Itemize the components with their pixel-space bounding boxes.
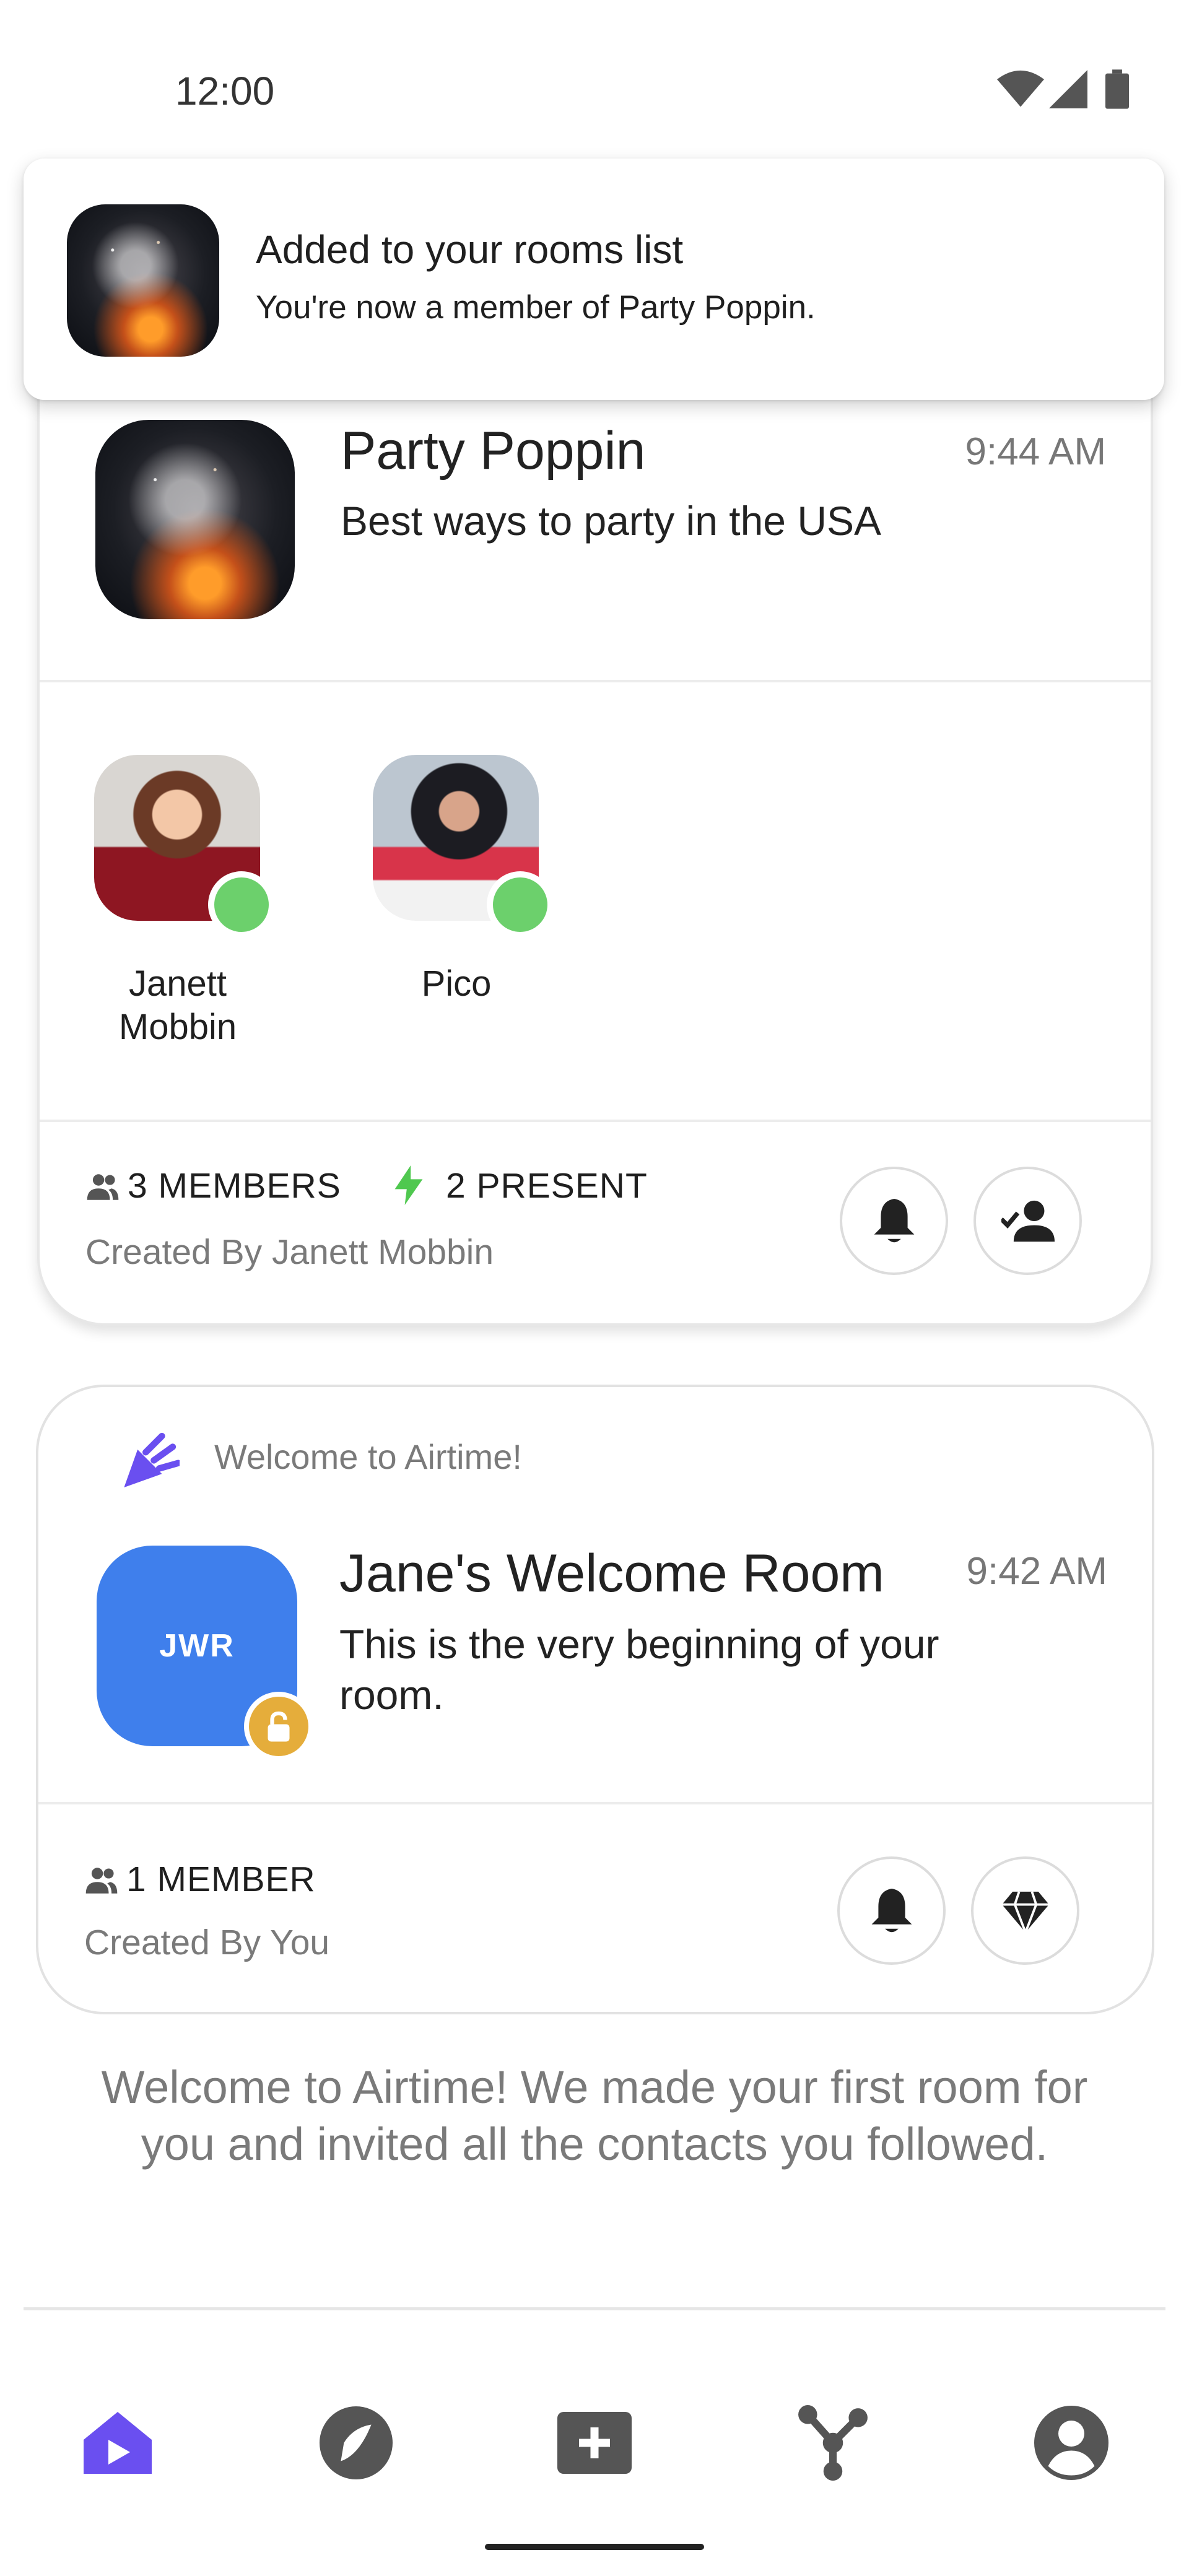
member-name-janett[interactable]: Janett Mobbin [82,962,274,1049]
battery-icon [1105,69,1129,109]
notifications-button[interactable] [840,1167,948,1275]
bell-icon [871,1888,912,1932]
member-name-pico[interactable]: Pico [360,962,552,1006]
nav-create[interactable] [554,2403,635,2483]
premium-button[interactable] [971,1856,1079,1965]
room-description: This is the very beginning of your room. [339,1621,939,1718]
card-divider [38,1802,1152,1804]
toast-title: Added to your rooms list [256,227,684,272]
members-icon [85,1868,118,1894]
added-to-rooms-toast[interactable]: Added to your rooms list You're now a me… [24,159,1164,400]
present-count: 2 PRESENT [446,1166,648,1206]
nav-profile[interactable] [1031,2403,1112,2483]
created-by: Created By Janett Mobbin [85,1232,494,1272]
nav-explore[interactable] [316,2403,396,2483]
account-circle-icon [1034,2406,1108,2480]
room-description: Best ways to party in the USA [341,498,882,544]
room-time: 9:44 AM [965,430,1106,473]
member-first-name: Janett [129,964,227,1004]
gesture-navigation-bar[interactable] [485,2544,704,2550]
created-by: Created By You [84,1923,330,1962]
member-last-name: Mobbin [118,1007,237,1047]
add-box-icon [557,2412,632,2474]
room-name: Jane's Welcome Room [339,1544,884,1603]
card-divider [40,1120,1151,1122]
card-divider [40,680,1151,682]
room-thumbnail [67,204,219,357]
lock-badge [244,1692,313,1761]
welcome-message: Welcome to Airtime! We made your first r… [101,2061,1088,2170]
bell-icon [874,1198,914,1242]
room-avatar [95,420,295,619]
compass-icon [320,2406,393,2479]
party-popper-icon [124,1432,180,1487]
wifi-icon [997,70,1044,107]
online-status-dot [208,871,275,938]
share-network-icon [798,2405,868,2481]
member-count: 1 MEMBER [126,1860,316,1899]
joined-member-button[interactable] [973,1167,1082,1275]
room-name: Party Poppin [341,421,646,481]
nav-connections[interactable] [793,2403,873,2483]
room-initials: JWR [159,1628,235,1664]
nav-divider [24,2307,1165,2310]
nav-home[interactable] [77,2403,158,2483]
welcome-banner: Welcome to Airtime! [214,1437,522,1476]
unlock-icon [268,1711,290,1742]
toast-message: You're now a member of Party Poppin. [256,289,816,326]
room-card-welcome-room[interactable]: Welcome to Airtime! JWR Jane's Welcome R… [36,1385,1154,2014]
member-count: 3 MEMBERS [128,1166,341,1206]
room-time: 9:42 AM [966,1550,1107,1593]
members-icon [87,1174,119,1200]
notifications-button[interactable] [837,1856,946,1965]
signal-icon [1049,70,1087,108]
home-icon [84,2412,152,2474]
status-time: 12:00 [175,69,275,113]
room-card-party-poppin[interactable]: Party Poppin 9:44 AM Best ways to party … [37,347,1153,1326]
online-status-dot [487,871,554,938]
bolt-icon [394,1165,423,1205]
diamond-icon [1001,1891,1049,1933]
person-check-icon [1001,1200,1055,1242]
